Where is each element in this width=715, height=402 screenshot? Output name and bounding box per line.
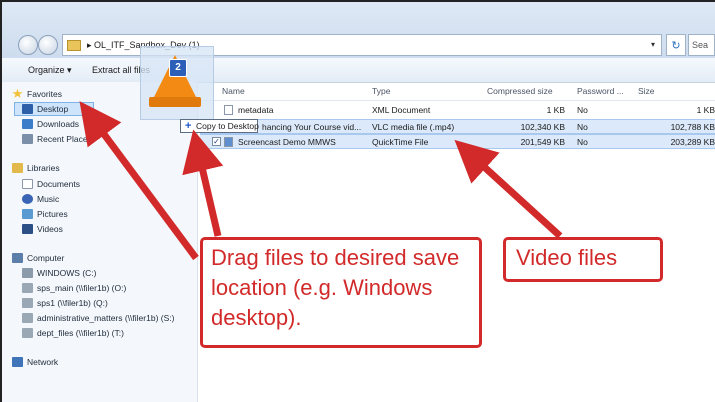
documents-icon	[22, 178, 33, 189]
file-compressed: 201,549 KB	[520, 137, 565, 147]
network-drive-icon	[22, 297, 33, 308]
file-type: QuickTime File	[372, 137, 429, 147]
file-password: No	[577, 122, 588, 132]
address-bar-area: ▸ OL_ITF_Sandbox_Dev (1) ▾ ↻ Sea	[0, 0, 715, 58]
network-icon	[12, 356, 23, 367]
nav-drive-q[interactable]: sps1 (\\filer1b) (Q:)	[22, 297, 108, 310]
column-name[interactable]: Name	[222, 86, 245, 96]
search-input[interactable]: Sea	[688, 34, 715, 56]
nav-downloads[interactable]: Downloads	[22, 118, 79, 131]
forward-button[interactable]	[38, 35, 58, 55]
file-name: Screencast Demo MMWS	[238, 137, 336, 147]
file-size: 203,289 KB	[670, 137, 715, 147]
refresh-button[interactable]: ↻	[666, 34, 686, 56]
nav-desktop[interactable]: Desktop	[22, 103, 68, 116]
file-compressed: 1 KB	[546, 105, 565, 115]
file-type: VLC media file (.mp4)	[372, 122, 455, 132]
drag-preview: 2	[140, 46, 214, 120]
nav-recent-places[interactable]: Recent Places	[22, 133, 92, 146]
file-password: No	[577, 105, 588, 115]
music-icon	[22, 193, 33, 204]
videos-icon	[22, 223, 33, 234]
nav-drive-t[interactable]: dept_files (\\filer1b) (T:)	[22, 327, 124, 340]
drive-icon	[22, 267, 33, 278]
quicktime-file-icon	[224, 137, 233, 147]
file-compressed: 102,340 KB	[520, 122, 565, 132]
file-type: XML Document	[372, 105, 431, 115]
libraries-icon	[12, 162, 23, 173]
nav-drive-s[interactable]: administrative_matters (\\filer1b) (S:)	[22, 312, 174, 325]
nav-pictures[interactable]: Pictures	[22, 208, 68, 221]
network-drive-icon	[22, 312, 33, 323]
plus-icon: +	[185, 120, 192, 132]
computer-icon	[12, 252, 23, 263]
column-header-row: Name Type Compressed size Password ... S…	[200, 82, 715, 101]
nav-drive-c[interactable]: WINDOWS (C:)	[22, 267, 97, 280]
nav-videos[interactable]: Videos	[22, 223, 63, 236]
nav-libraries[interactable]: Libraries	[12, 162, 60, 175]
copy-tooltip-text: Copy to Desktop	[196, 121, 259, 131]
nav-network[interactable]: Network	[12, 356, 58, 369]
table-row[interactable]: hancing Your Course vid... VLC media fil…	[200, 119, 715, 134]
drag-count-badge: 2	[169, 59, 187, 77]
desktop-icon	[22, 103, 33, 114]
file-name: hancing Your Course vid...	[262, 122, 362, 132]
file-password: No	[577, 137, 588, 147]
back-button[interactable]	[18, 35, 38, 55]
nav-music[interactable]: Music	[22, 193, 59, 206]
row-checkbox[interactable]: ✓	[212, 137, 221, 146]
file-size: 1 KB	[696, 105, 715, 115]
copy-to-desktop-tooltip: + Copy to Desktop	[180, 119, 259, 133]
arrow-to-video-files	[454, 139, 563, 239]
file-name: metadata	[238, 105, 274, 115]
table-row[interactable]: ✓ Screencast Demo MMWS QuickTime File 20…	[200, 134, 715, 149]
vlc-cone-base	[149, 97, 201, 107]
nav-favorites[interactable]: Favorites	[12, 88, 62, 101]
network-drive-icon	[22, 327, 33, 338]
arrow-to-drag-file	[182, 129, 224, 237]
column-compressed-size[interactable]: Compressed size	[487, 86, 553, 96]
star-icon	[12, 88, 23, 98]
nav-documents[interactable]: Documents	[22, 178, 80, 191]
navigation-pane: Favorites Desktop Downloads Recent Place…	[0, 82, 198, 402]
chevron-down-icon[interactable]: ▾	[651, 40, 655, 49]
column-password[interactable]: Password ...	[577, 86, 624, 96]
xml-file-icon	[224, 105, 233, 115]
column-size[interactable]: Size	[638, 86, 655, 96]
pictures-icon	[22, 208, 33, 219]
recent-places-icon	[22, 133, 33, 144]
column-type[interactable]: Type	[372, 86, 390, 96]
downloads-icon	[22, 118, 33, 129]
organize-menu[interactable]: Organize ▾	[28, 65, 72, 76]
file-size: 102,788 KB	[670, 122, 715, 132]
network-drive-icon	[22, 282, 33, 293]
explorer-window: ▸ OL_ITF_Sandbox_Dev (1) ▾ ↻ Sea Organiz…	[0, 0, 715, 402]
video-files-callout: Video files	[503, 237, 663, 282]
nav-drive-o[interactable]: sps_main (\\filer1b) (O:)	[22, 282, 126, 295]
table-row[interactable]: metadata XML Document 1 KB No 1 KB	[200, 103, 715, 118]
drag-instruction-callout: Drag files to desired save location (e.g…	[200, 237, 482, 348]
folder-icon	[67, 40, 81, 51]
command-toolbar: Organize ▾ Extract all files	[0, 58, 715, 83]
nav-computer[interactable]: Computer	[12, 252, 64, 265]
